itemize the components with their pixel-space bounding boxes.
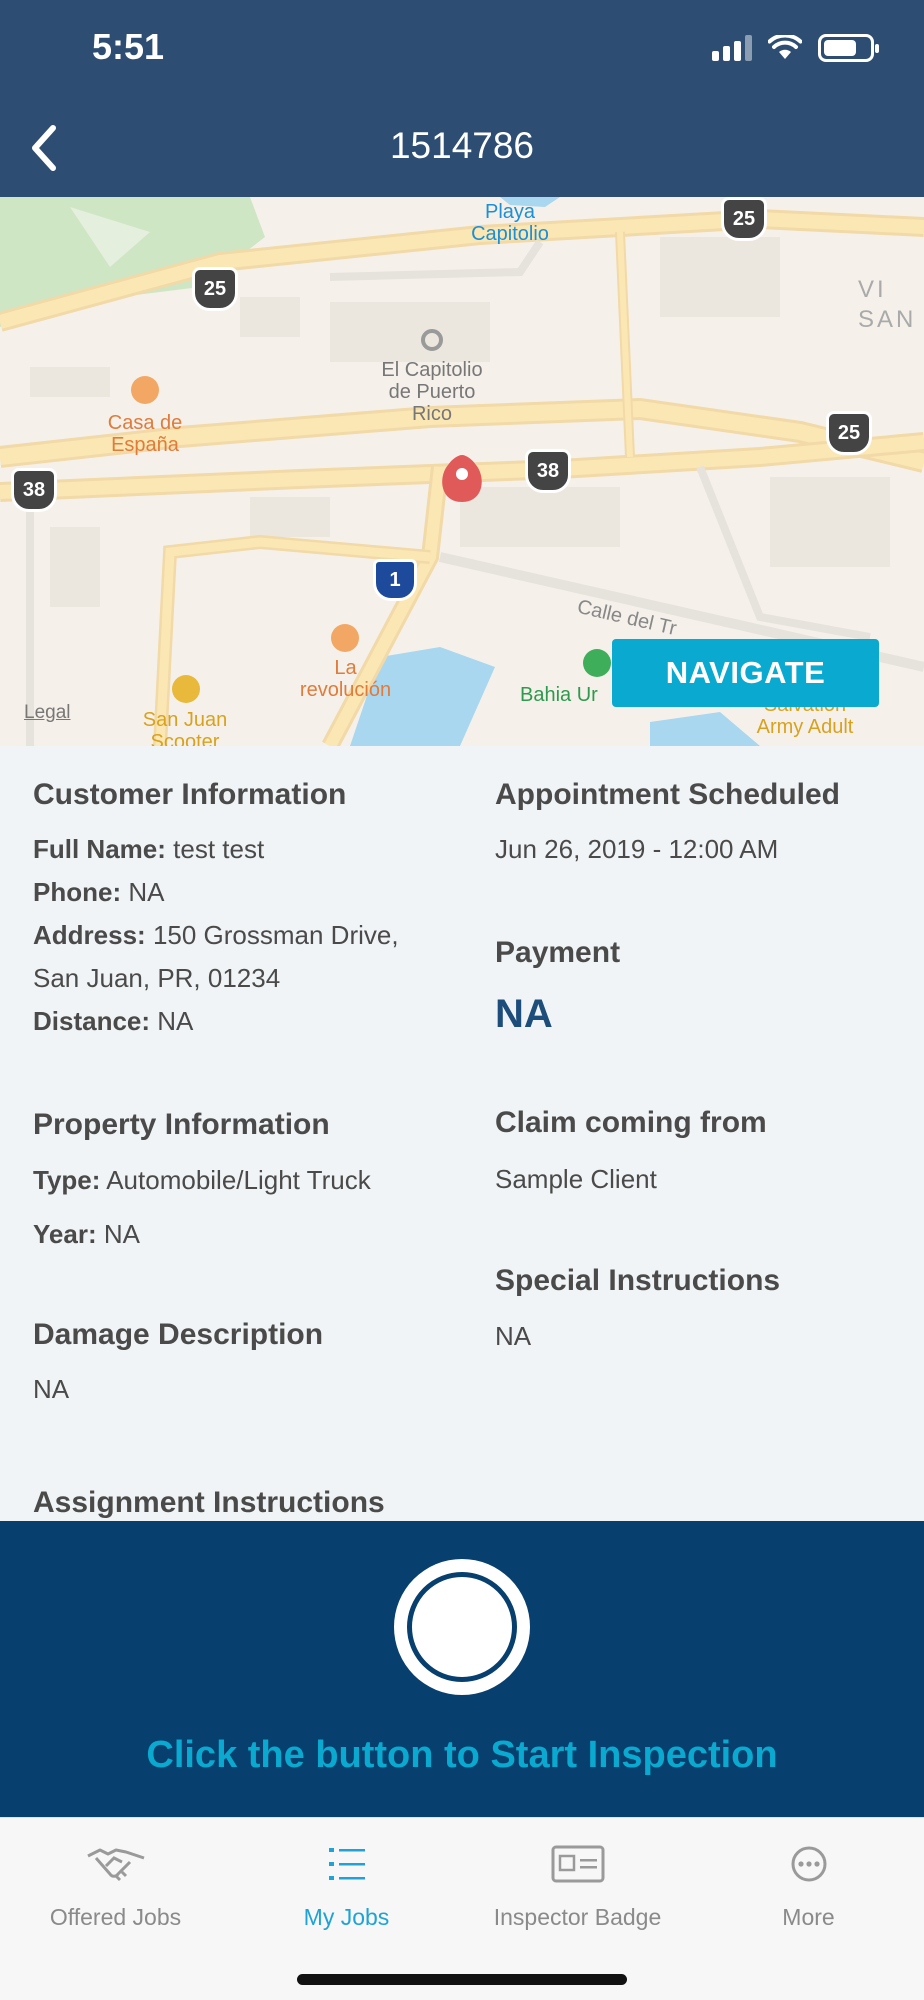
status-icons [712,34,879,62]
tab-offered-jobs[interactable]: Offered Jobs [0,1838,231,1948]
payment-title: Payment [495,936,621,969]
navigate-button[interactable]: NAVIGATE [612,639,879,707]
battery-fill [824,40,856,56]
year-label: Year: [33,1219,97,1249]
address-label: Address: [33,920,146,950]
type-row: Type: Automobile/Light Truck [33,1159,371,1202]
assignment-instructions-title: Assignment Instructions [33,1486,385,1519]
appointment-value: Jun 26, 2019 - 12:00 AM [495,834,779,864]
map-label-playa: Playa Capitolio [471,201,549,245]
damage-description-title: Damage Description [33,1318,324,1351]
property-info-title: Property Information [33,1108,330,1141]
job-details: Customer Information Full Name: test tes… [0,746,924,1521]
start-inspection-prompt: Click the button to Start Inspection [146,1734,778,1776]
more-icon [791,1846,826,1882]
tab-more[interactable]: More [693,1838,924,1948]
phone-value: NA [128,877,165,907]
full-name-row: Full Name: test test [33,828,264,871]
status-time: 5:51 [92,26,165,67]
tab-label: Inspector Badge [493,1904,662,1930]
tab-label: More [782,1904,835,1930]
wifi-icon [768,35,802,59]
top-header: 5:51 1514786 [0,0,924,197]
start-button-ring [407,1572,517,1682]
tab-label: My Jobs [303,1904,390,1930]
route-shield-25: 25 [192,267,238,311]
distance-row: Distance: NA [33,1000,193,1043]
special-instructions-value: NA [495,1321,532,1351]
payment-value: NA [495,992,553,1036]
page-title: 1514786 [389,125,535,166]
tab-bar: Offered Jobs My Jobs Inspector Badge Mor… [0,1817,924,2000]
id-card-icon [551,1845,604,1883]
map-label-bahia: Bahia Ur [520,684,598,706]
battery-icon [818,34,879,62]
map-label-scooter: San Juan Scooter [142,709,228,746]
phone-row: Phone: NA [33,871,164,914]
map-label-vi-san: VI SAN [858,276,917,333]
interstate-shield-1: 1 [373,559,417,601]
tab-inspector-badge[interactable]: Inspector Badge [462,1838,693,1948]
damage-description-value: NA [33,1374,70,1404]
route-shield-25: 25 [826,411,872,455]
map-label-revolucion: La revolución [299,657,392,701]
phone-label: Phone: [33,877,122,907]
signal-icon [712,35,752,61]
route-shield-38: 38 [11,468,57,512]
appointment-title: Appointment Scheduled [495,778,840,811]
handshake-icon [86,1848,144,1882]
list-icon [328,1848,365,1880]
distance-label: Distance: [33,1006,151,1036]
year-value: NA [103,1219,140,1249]
type-value: Automobile/Light Truck [106,1165,371,1195]
map-label-capitolio: El Capitolio de Puerto Rico [381,359,483,425]
start-inspection-panel: Click the button to Start Inspection [0,1521,924,1817]
route-shield-25: 25 [721,197,767,241]
claim-title: Claim coming from [495,1106,767,1139]
special-instructions-title: Special Instructions [495,1264,781,1297]
map-view[interactable]: 25 25 25 38 38 1 Playa Capitolio El Capi… [0,197,924,746]
home-indicator [297,1974,627,1985]
tab-label: Offered Jobs [49,1904,182,1930]
tab-my-jobs[interactable]: My Jobs [231,1838,462,1948]
route-shield-38: 38 [525,449,571,493]
map-label-casa: Casa de España [107,412,183,456]
customer-info-title: Customer Information [33,778,347,811]
full-name-value: test test [173,834,265,864]
address-line1: 150 Grossman Drive, [152,920,399,950]
legal-link[interactable]: Legal [24,702,71,724]
full-name-label: Full Name: [33,834,166,864]
address-line2: San Juan, PR, 01234 [33,963,281,993]
year-row: Year: NA [33,1213,140,1256]
claim-value: Sample Client [495,1164,657,1194]
address-row: Address: 150 Grossman Drive, [33,914,399,957]
start-inspection-button[interactable] [394,1559,530,1695]
distance-value: NA [157,1006,194,1036]
type-label: Type: [33,1165,101,1195]
